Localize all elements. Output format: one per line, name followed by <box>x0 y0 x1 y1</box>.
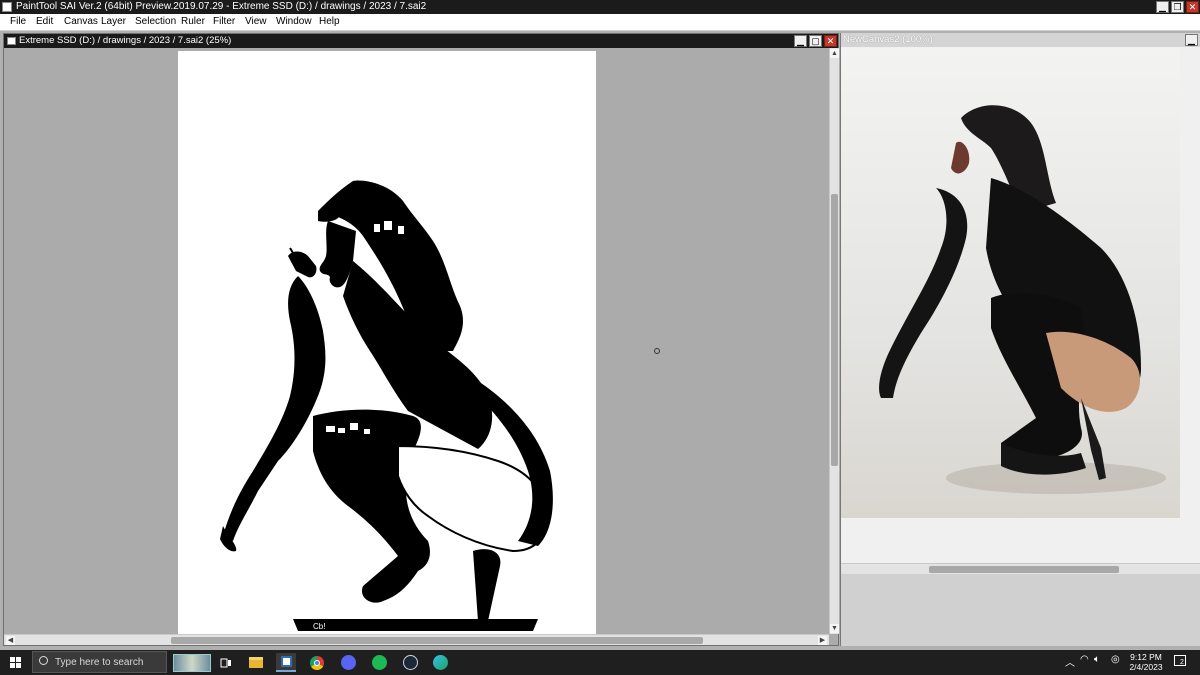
discord-icon[interactable] <box>338 653 358 672</box>
menu-ruler[interactable]: Ruler <box>181 16 205 27</box>
notification-center-icon[interactable]: 2 <box>1174 655 1186 666</box>
volume-icon[interactable]: 🔈︎ <box>1094 654 1100 665</box>
document-icon <box>7 37 16 45</box>
reference-title: NewCanvas2 (100%) <box>843 34 933 45</box>
menu-window[interactable]: Window <box>276 16 312 27</box>
scroll-right-arrow[interactable]: ▶ <box>818 636 827 645</box>
menu-selection[interactable]: Selection <box>135 16 176 27</box>
chrome-icon[interactable] <box>307 653 327 672</box>
reference-photo-figure <box>879 105 1166 494</box>
document-window-controls: ▁ ▢ ✕ <box>793 34 838 48</box>
restore-button[interactable]: ❐ <box>1171 1 1184 13</box>
reference-minimize-button[interactable]: ▁ <box>1185 34 1198 46</box>
app-title: PaintTool SAI Ver.2 (64bit) Preview.2019… <box>16 1 427 12</box>
steam-tray-icon[interactable]: ◎ <box>1111 654 1120 665</box>
paint-tool-sai-icon[interactable] <box>276 653 296 672</box>
document-title-bar[interactable]: Extreme SSD (D:) / drawings / 2023 / 7.s… <box>4 34 838 48</box>
app-title-bar[interactable]: PaintTool SAI Ver.2 (64bit) Preview.2019… <box>0 0 1200 14</box>
file-explorer-icon[interactable] <box>246 653 266 672</box>
chevron-up-icon[interactable]: ︿ <box>1065 654 1075 669</box>
clock-date: 2/4/2023 <box>1129 662 1163 672</box>
reference-horizontal-scrollbar[interactable] <box>841 563 1200 574</box>
horizontal-scrollbar[interactable]: ◀ ▶ <box>4 634 829 645</box>
task-view-icon[interactable] <box>216 653 236 672</box>
canvas-viewport[interactable]: Cb! <box>4 48 830 634</box>
reference-empty-area <box>841 574 1200 646</box>
search-icon <box>39 656 48 665</box>
system-clock[interactable]: 9:12 PM 2/4/2023 <box>1126 652 1166 672</box>
spotify-icon[interactable] <box>369 653 389 672</box>
reference-window-controls: ▁ <box>1184 33 1199 47</box>
menu-help[interactable]: Help <box>319 16 340 27</box>
minimize-button[interactable]: ▁ <box>1156 1 1169 13</box>
document-title: Extreme SSD (D:) / drawings / 2023 / 7.s… <box>19 35 232 46</box>
document-close-button[interactable]: ✕ <box>824 35 837 47</box>
menu-canvas[interactable]: Canvas <box>64 16 98 27</box>
close-button[interactable]: ✕ <box>1186 1 1199 13</box>
app-icon <box>2 2 12 12</box>
network-icon[interactable]: ◠ <box>1080 654 1089 665</box>
menu-bar: File Edit Canvas Layer Selection Ruler F… <box>0 14 1200 31</box>
notification-count: 2 <box>1180 659 1184 666</box>
vertical-scroll-thumb[interactable] <box>831 194 838 466</box>
reference-scroll-thumb[interactable] <box>929 566 1119 573</box>
menu-filter[interactable]: Filter <box>213 16 235 27</box>
horizontal-scroll-thumb[interactable] <box>171 637 703 644</box>
menu-layer[interactable]: Layer <box>101 16 126 27</box>
menu-edit[interactable]: Edit <box>36 16 53 27</box>
menu-file[interactable]: File <box>10 16 26 27</box>
reference-photo[interactable] <box>841 48 1180 518</box>
window-controls: ▁ ❐ ✕ <box>1155 0 1200 14</box>
windows-taskbar: Type here to search ︿ ◠ 🔈︎ ◎ 9:12 PM 2/4… <box>0 650 1200 675</box>
start-icon[interactable] <box>6 653 26 672</box>
scroll-up-arrow[interactable]: ▲ <box>830 49 839 58</box>
reference-title-bar[interactable]: NewCanvas2 (100%) ▁ <box>841 33 1200 47</box>
scroll-left-arrow[interactable]: ◀ <box>6 636 15 645</box>
document-window: Extreme SSD (D:) / drawings / 2023 / 7.s… <box>3 33 839 646</box>
ink-drawing: Cb! <box>220 180 553 631</box>
menu-view[interactable]: View <box>245 16 267 27</box>
document-maximize-button[interactable]: ▢ <box>809 35 822 47</box>
edge-icon[interactable] <box>430 653 450 672</box>
drawing-canvas[interactable]: Cb! <box>178 51 596 634</box>
document-minimize-button[interactable]: ▁ <box>794 35 807 47</box>
cursor-indicator <box>654 348 660 354</box>
scroll-down-arrow[interactable]: ▼ <box>830 624 839 633</box>
clock-time: 9:12 PM <box>1130 652 1162 662</box>
vertical-scrollbar[interactable]: ▲ ▼ <box>829 48 839 634</box>
cortana-widget-icon[interactable] <box>172 653 212 672</box>
search-placeholder: Type here to search <box>55 657 144 668</box>
steam-icon[interactable] <box>400 653 420 672</box>
reference-window: NewCanvas2 (100%) ▁ <box>840 33 1200 646</box>
artist-signature: Cb! <box>313 622 325 631</box>
taskbar-search[interactable]: Type here to search <box>32 651 167 673</box>
